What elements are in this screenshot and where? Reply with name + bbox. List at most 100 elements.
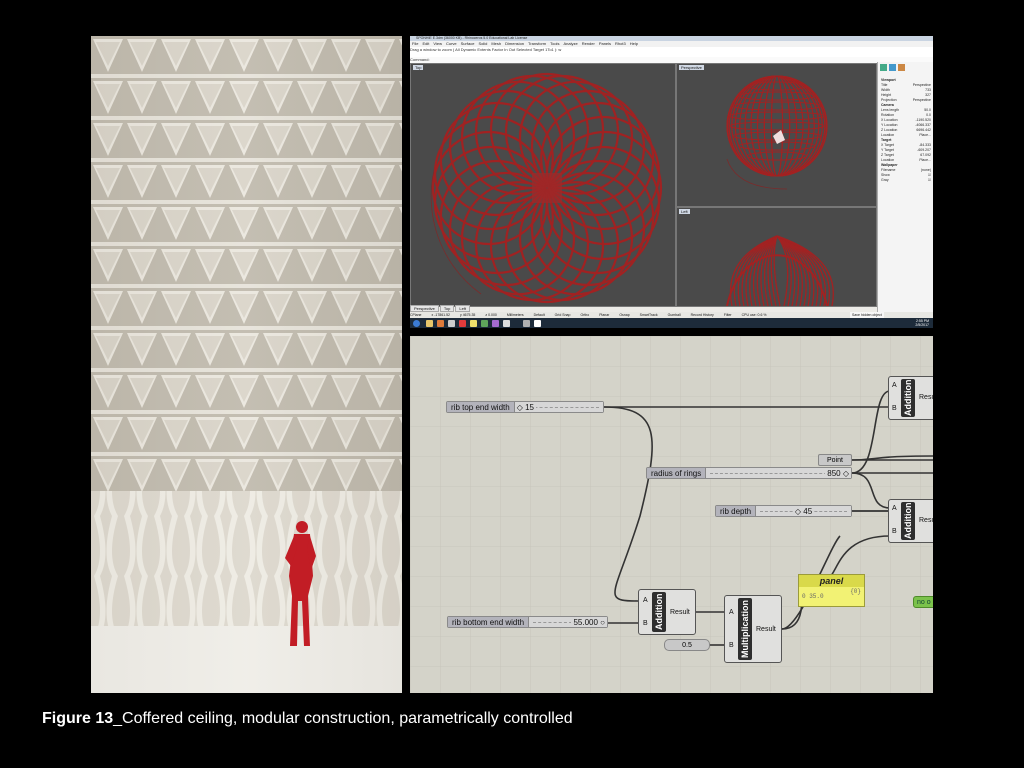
panel-component[interactable]: panel {0} 0 35.0 [798, 574, 865, 607]
gh-task-icon[interactable] [534, 320, 541, 327]
slider-rib-depth[interactable]: rib depth ◇ 45 [715, 505, 852, 517]
menu-item-file[interactable]: File [412, 41, 418, 46]
app-icon[interactable] [492, 320, 499, 327]
status-item[interactable]: SmartTrack [640, 313, 658, 317]
boolean-toggle[interactable]: no o [913, 596, 933, 608]
menu-item-panels[interactable]: Panels [599, 41, 611, 46]
input-b[interactable]: B [729, 642, 734, 649]
input-a[interactable]: A [643, 597, 648, 604]
menu-item-tools[interactable]: Tools [550, 41, 559, 46]
firefox-icon[interactable] [437, 320, 444, 327]
menu-item-edit[interactable]: Edit [422, 41, 429, 46]
property-row: Gray ☑ [878, 178, 933, 183]
menu-item-mesh[interactable]: Mesh [491, 41, 501, 46]
status-item[interactable]: x -17861.52 [431, 313, 450, 317]
slider-track[interactable]: 850 ◇ [706, 468, 851, 478]
menu-item-help[interactable]: Help [630, 41, 638, 46]
app2-icon[interactable] [503, 320, 510, 327]
clock-date: 2/5/2017 [915, 323, 929, 327]
dome-ring [732, 101, 822, 111]
status-item[interactable]: y 4675.35 [460, 313, 475, 317]
figure-number: Figure 13 [42, 710, 114, 727]
input-b[interactable]: B [643, 620, 648, 627]
input-a[interactable]: A [892, 382, 897, 389]
dome-rib [726, 75, 828, 177]
slider-rib-bottom-end-width[interactable]: rib bottom end width 55.000 ○ [447, 616, 608, 628]
output-result[interactable]: Result [919, 394, 933, 401]
status-item[interactable]: Planar [599, 313, 609, 317]
status-item[interactable]: Record History [691, 313, 714, 317]
panel-title: panel [799, 575, 864, 587]
property-value[interactable]: Perspective [913, 98, 931, 103]
addition-component-1[interactable]: A B Addition Result [888, 376, 933, 420]
input-b[interactable]: B [892, 528, 897, 535]
viewport-perspective-label[interactable]: Perspective [679, 65, 704, 70]
status-item[interactable]: CPU use: 0.6 % [742, 313, 767, 317]
property-value[interactable]: Place... [919, 133, 931, 138]
viewport-top-label[interactable]: Top [413, 65, 424, 70]
slider-track[interactable]: 55.000 ○ [529, 617, 607, 627]
menu-item-view[interactable]: View [433, 41, 442, 46]
notes-icon[interactable] [470, 320, 477, 327]
grasshopper-icon[interactable] [481, 320, 488, 327]
viewport-left-label[interactable]: Left [679, 209, 690, 214]
status-item[interactable]: Gumball [668, 313, 681, 317]
input-a[interactable]: A [729, 609, 734, 616]
menu-item-surface[interactable]: Surface [461, 41, 475, 46]
menu-item-dimension[interactable]: Dimension [505, 41, 524, 46]
slider-radius-of-rings[interactable]: radius of rings 850 ◇ [646, 467, 852, 479]
start-icon[interactable] [413, 320, 420, 327]
rhino-task-icon[interactable] [523, 320, 530, 327]
slider-rib-top-end-width[interactable]: rib top end width ◇ 15 [446, 401, 604, 413]
dome-rib [770, 75, 784, 177]
property-value[interactable]: ☑ [928, 178, 931, 183]
addition-label: Addition [652, 592, 666, 632]
menu-item-rhot3[interactable]: Rhot3 [615, 41, 626, 46]
addition-component-3[interactable]: A B Addition Result [638, 589, 696, 635]
input-a[interactable]: A [892, 505, 897, 512]
status-item[interactable]: Filter [724, 313, 732, 317]
status-item[interactable]: Millimeters [507, 313, 524, 317]
number-param-half[interactable]: 0.5 [664, 639, 710, 651]
pdf-icon[interactable] [459, 320, 466, 327]
status-item[interactable]: Ortho [580, 313, 589, 317]
viewport-left[interactable]: Left [676, 207, 877, 307]
rhino-icon[interactable] [448, 320, 455, 327]
dome-rib [726, 75, 828, 177]
status-item[interactable]: Grid Snap [555, 313, 571, 317]
command-history-text: Drag a window to zoom ( All Dynamic Exte… [410, 47, 562, 52]
viewport-tab-perspective[interactable]: Perspective [410, 305, 439, 312]
addition-component-2[interactable]: A B Addition Result [888, 499, 933, 543]
slider-track[interactable]: ◇ 15 [514, 402, 603, 412]
status-item[interactable]: Default [534, 313, 545, 317]
output-result[interactable]: Result [756, 626, 776, 633]
menu-item-curve[interactable]: Curve [446, 41, 457, 46]
viewport-tab-left[interactable]: Left [455, 305, 471, 312]
multiplication-label: Multiplication [738, 598, 752, 660]
layers-icon[interactable] [889, 64, 896, 71]
point-param[interactable]: Point [818, 454, 852, 466]
status-item[interactable]: Osnap [619, 313, 629, 317]
dome-elevation-drawing [726, 235, 834, 306]
status-item[interactable]: CPlane [410, 313, 421, 317]
output-result[interactable]: Result [919, 517, 933, 524]
output-result[interactable]: Result [670, 609, 690, 616]
render-icon[interactable] [898, 64, 905, 71]
coffered-ceiling-image [91, 36, 402, 693]
slider-track[interactable]: ◇ 45 [756, 506, 851, 516]
grasshopper-canvas[interactable]: rib top end width ◇ 15 Point radius of r… [410, 336, 933, 693]
ceiling-model-photo [91, 36, 402, 693]
folder-icon[interactable] [426, 320, 433, 327]
input-b[interactable]: B [892, 405, 897, 412]
viewport-perspective[interactable]: Perspective [676, 63, 877, 207]
multiplication-component[interactable]: A B Multiplication Result [724, 595, 782, 663]
menu-item-render[interactable]: Render [582, 41, 595, 46]
properties-icon[interactable] [880, 64, 887, 71]
menu-item-transform[interactable]: Transform [528, 41, 546, 46]
menu-item-analyze[interactable]: Analyze [563, 41, 577, 46]
status-item[interactable]: z 0.000 [485, 313, 496, 317]
property-value[interactable]: Place... [919, 158, 931, 163]
menu-item-solid[interactable]: Solid [478, 41, 487, 46]
viewport-tab-top[interactable]: Top [439, 305, 455, 312]
viewport-top[interactable]: Top [410, 63, 676, 307]
